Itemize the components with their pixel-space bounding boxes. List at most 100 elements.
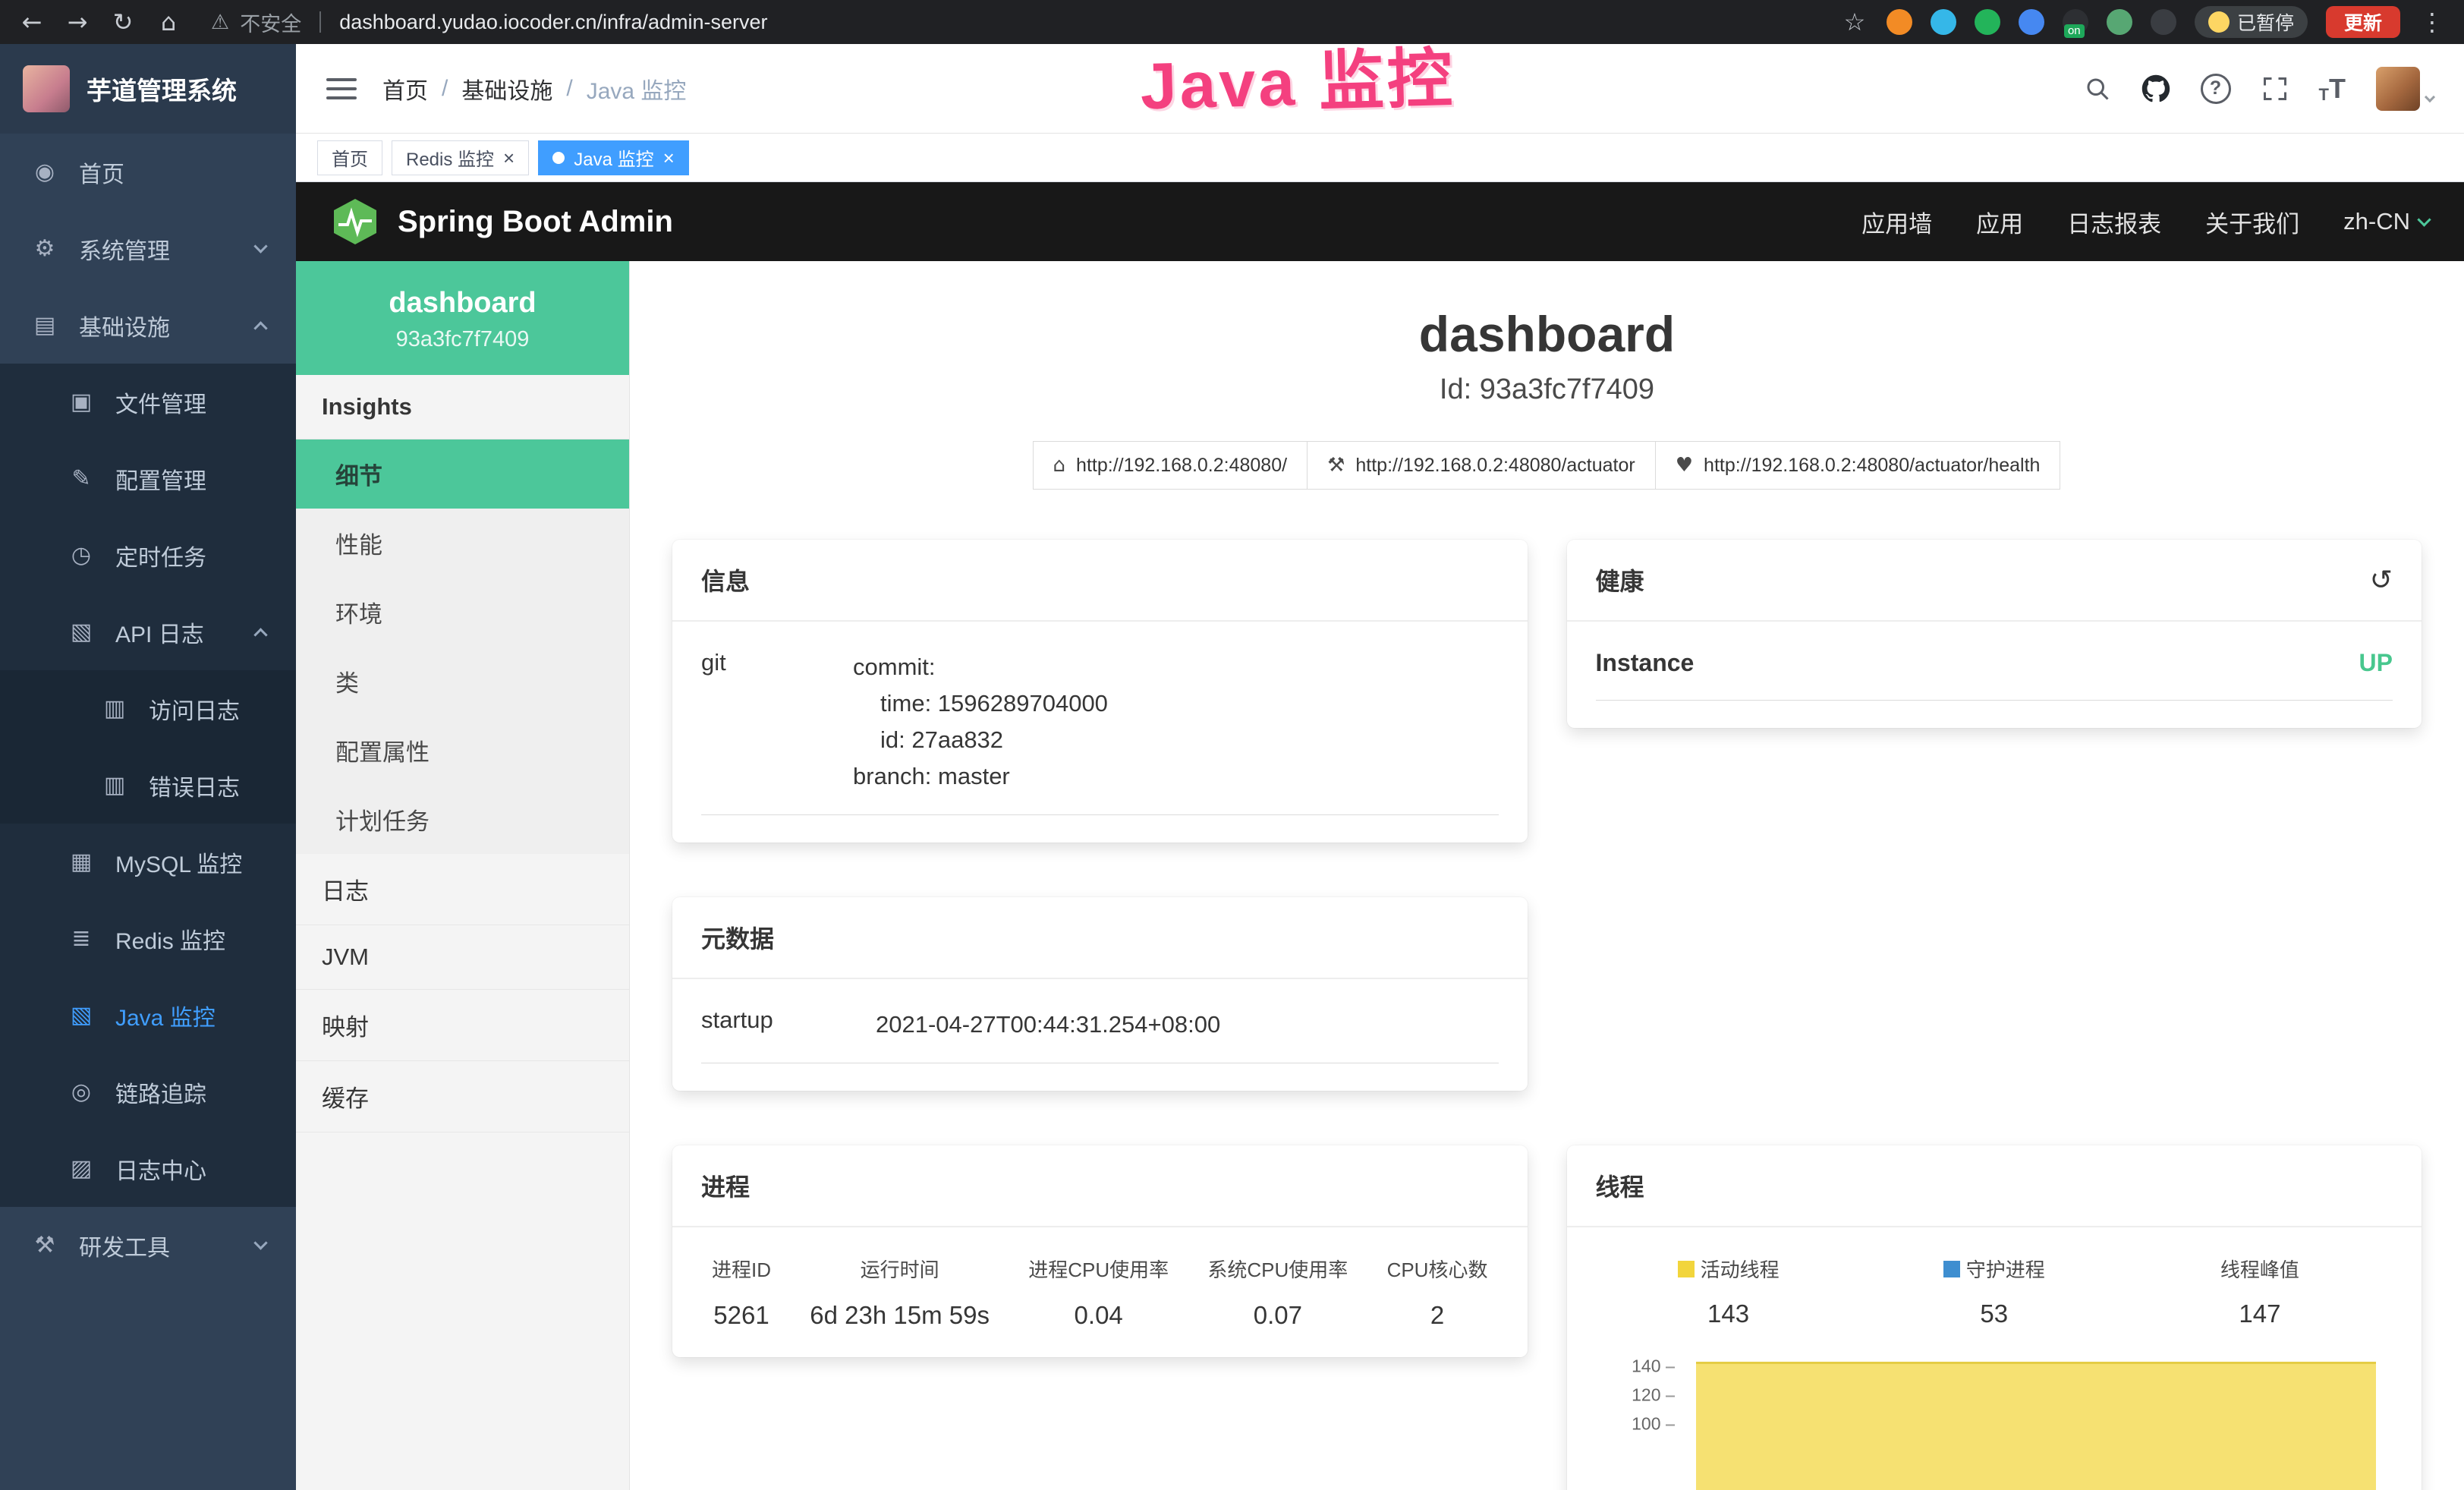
java-monitor-icon: ▧ [67, 1002, 96, 1029]
sidebar-item-log-center[interactable]: ▨ 日志中心 [0, 1130, 296, 1207]
tab-java-monitor[interactable]: Java 监控 × [538, 140, 689, 175]
sba-side-performance[interactable]: 性能 [296, 509, 629, 578]
sidebar-item-label: 日志中心 [115, 1152, 206, 1186]
address-bar[interactable]: ⚠ 不安全 dashboard.yudao.iocoder.cn/infra/a… [200, 5, 1823, 39]
monitor-icon: ▤ [30, 312, 59, 339]
sidebar-item-java-monitor[interactable]: ▧ Java 监控 [0, 977, 296, 1054]
y-axis-tick: 100 [1596, 1414, 1675, 1435]
help-icon[interactable]: ? [2201, 74, 2231, 104]
sba-side-caches[interactable]: 缓存 [296, 1061, 629, 1132]
sba-nav-wall[interactable]: 应用墙 [1861, 205, 1932, 239]
doc-icon: ▨ [67, 1155, 96, 1182]
profile-paused-badge[interactable]: 已暂停 [2195, 6, 2308, 38]
update-button[interactable]: 更新 [2326, 6, 2400, 38]
paused-label: 已暂停 [2237, 8, 2294, 36]
instance-links: ⌂ http://192.168.0.2:48080/ ⚒ http://192… [672, 441, 2422, 490]
user-avatar[interactable] [2376, 67, 2434, 111]
metadata-startup-label: startup [701, 1006, 876, 1043]
git-id-line: id: 27aa832 [853, 722, 1499, 758]
breadcrumb-infrastructure[interactable]: 基础设施 [461, 72, 552, 106]
extension-icon-green[interactable] [1975, 9, 2000, 35]
instance-url-link[interactable]: ⌂ http://192.168.0.2:48080/ [1033, 441, 1308, 490]
sba-side-insights[interactable]: Insights [296, 375, 629, 439]
bookmark-star-icon[interactable]: ☆ [1841, 8, 1868, 36]
extension-icon-dark[interactable] [2151, 9, 2176, 35]
font-size-icon[interactable]: TT [2319, 73, 2346, 105]
sidebar-item-label: 配置管理 [115, 462, 206, 496]
sba-side-jvm[interactable]: JVM [296, 925, 629, 990]
status-badge: UP [2359, 649, 2393, 677]
sidebar-item-system[interactable]: ⚙ 系统管理 [0, 210, 296, 287]
browser-home-icon[interactable]: ⌂ [155, 8, 182, 36]
wrench-icon: ⚒ [1327, 454, 1345, 477]
history-icon[interactable]: ↺ [2370, 565, 2393, 596]
sba-side-scheduled-tasks[interactable]: 计划任务 [296, 785, 629, 854]
git-commit-line: commit: [853, 649, 1499, 685]
sidebar-item-access-logs[interactable]: ▥ 访问日志 [0, 670, 296, 747]
close-icon[interactable]: × [663, 148, 675, 168]
sidebar-item-config-management[interactable]: ✎ 配置管理 [0, 440, 296, 517]
doc-icon: ▥ [100, 772, 129, 799]
sba-side-config-props[interactable]: 配置属性 [296, 716, 629, 785]
sba-brand[interactable]: Spring Boot Admin [331, 197, 673, 246]
sba-side-details[interactable]: 细节 [296, 439, 629, 509]
sba-instance-header[interactable]: dashboard 93a3fc7f7409 [296, 261, 629, 375]
tab-home[interactable]: 首页 [317, 140, 382, 175]
browser-menu-icon[interactable]: ⋮ [2418, 8, 2446, 36]
sidebar-item-infrastructure[interactable]: ▤ 基础设施 [0, 287, 296, 364]
extension-icon-blue-drop[interactable] [1931, 9, 1956, 35]
page-subtitle: Id: 93a3fc7f7409 [672, 373, 2422, 406]
sba-nav-about[interactable]: 关于我们 [2205, 205, 2299, 239]
extension-icon-leaf[interactable] [2107, 9, 2132, 35]
sidebar-item-file-management[interactable]: ▣ 文件管理 [0, 364, 296, 440]
sba-nav-applications[interactable]: 应用 [1976, 205, 2023, 239]
chevron-down-icon [2425, 91, 2435, 102]
back-icon[interactable]: ← [18, 8, 46, 36]
tab-redis-monitor[interactable]: Redis 监控 × [392, 140, 529, 175]
sba-content: dashboard Id: 93a3fc7f7409 ⌂ http://192.… [630, 261, 2464, 1490]
app-logo[interactable]: 芋道管理系统 [0, 44, 296, 134]
sba-locale-select[interactable]: zh-CN [2343, 208, 2429, 235]
github-icon[interactable] [2141, 74, 2170, 103]
sba-side-environment[interactable]: 环境 [296, 578, 629, 647]
health-instance-row: Instance UP [1596, 649, 2393, 701]
search-icon[interactable] [2084, 75, 2111, 102]
sba-side-mappings[interactable]: 映射 [296, 990, 629, 1061]
sidebar-item-label: Redis 监控 [115, 922, 225, 956]
sidebar-item-label: 错误日志 [149, 769, 240, 802]
blue-swatch-icon [1943, 1261, 1960, 1277]
sba-nav-journal[interactable]: 日志报表 [2067, 205, 2161, 239]
doc-icon: ▥ [100, 695, 129, 722]
reload-icon[interactable]: ↻ [109, 8, 137, 36]
dashboard-icon: ◉ [30, 159, 59, 185]
hamburger-icon[interactable] [326, 72, 357, 106]
info-card: 信息 git commit: time: 1596289704000 id: 2… [672, 540, 1528, 843]
breadcrumb-home[interactable]: 首页 [382, 72, 428, 106]
actuator-url-link[interactable]: ⚒ http://192.168.0.2:48080/actuator [1307, 441, 1656, 490]
fullscreen-icon[interactable] [2261, 75, 2289, 102]
sidebar-item-error-logs[interactable]: ▥ 错误日志 [0, 747, 296, 824]
app-logo-icon [23, 65, 70, 112]
security-label[interactable]: 不安全 [240, 8, 301, 37]
sidebar-item-scheduled-tasks[interactable]: ◷ 定时任务 [0, 517, 296, 594]
sidebar-item-redis-monitor[interactable]: ≣ Redis 监控 [0, 900, 296, 977]
process-card-title: 进程 [701, 1168, 750, 1203]
app-sidebar: 芋道管理系统 ◉ 首页 ⚙ 系统管理 ▤ 基础设施 ▣ [0, 44, 296, 1490]
sba-side-classes[interactable]: 类 [296, 647, 629, 716]
health-url-link[interactable]: ♥ http://192.168.0.2:48080/actuator/heal… [1655, 441, 2061, 490]
sidebar-item-tracing[interactable]: ◎ 链路追踪 [0, 1054, 296, 1130]
url-text[interactable]: dashboard.yudao.iocoder.cn/infra/admin-s… [339, 11, 767, 34]
extension-icon-grid[interactable] [2019, 9, 2044, 35]
sidebar-item-api-logs[interactable]: ▧ API 日志 [0, 594, 296, 670]
health-card: 健康 ↺ Instance UP [1567, 540, 2422, 728]
extension-icon-on[interactable]: on [2063, 9, 2088, 35]
sba-side-logs[interactable]: 日志 [296, 854, 629, 925]
sidebar-item-mysql-monitor[interactable]: ▦ MySQL 监控 [0, 824, 296, 900]
forward-icon[interactable]: → [64, 8, 91, 36]
sidebar-item-home[interactable]: ◉ 首页 [0, 134, 296, 210]
metadata-startup-value: 2021-04-27T00:44:31.254+08:00 [876, 1006, 1499, 1043]
process-stat: 运行时间 6d 23h 15m 59s [810, 1255, 990, 1330]
sidebar-item-dev-tools[interactable]: ⚒ 研发工具 [0, 1207, 296, 1284]
close-icon[interactable]: × [503, 148, 515, 168]
extension-icon-orange[interactable] [1887, 9, 1912, 35]
